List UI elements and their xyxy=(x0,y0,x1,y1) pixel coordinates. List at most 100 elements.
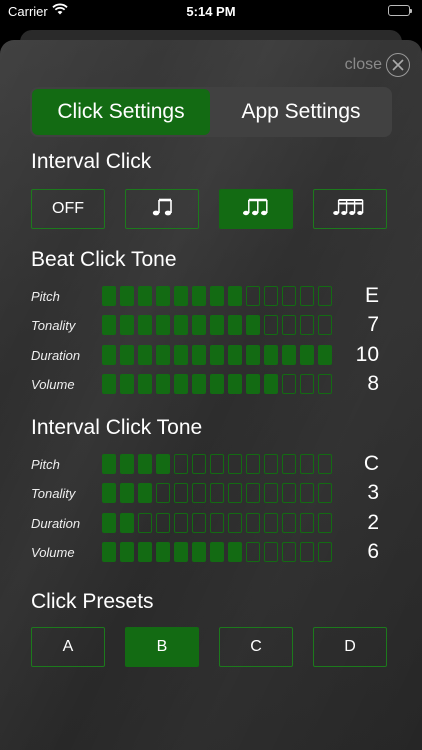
level-segment[interactable] xyxy=(192,374,206,394)
level-segment[interactable] xyxy=(318,286,332,306)
level-segment[interactable] xyxy=(138,345,152,365)
level-segment[interactable] xyxy=(282,374,296,394)
level-segment[interactable] xyxy=(156,374,170,394)
level-segment[interactable] xyxy=(282,483,296,503)
preset-b-button[interactable]: B xyxy=(125,627,199,667)
level-segment[interactable] xyxy=(210,542,224,562)
level-segment[interactable] xyxy=(120,483,134,503)
level-segment[interactable] xyxy=(300,513,314,533)
level-segment[interactable] xyxy=(228,513,242,533)
level-segment[interactable] xyxy=(120,286,134,306)
level-segment[interactable] xyxy=(318,374,332,394)
level-segment[interactable] xyxy=(138,483,152,503)
interval-off-button[interactable]: OFF xyxy=(31,189,105,229)
level-segment[interactable] xyxy=(174,454,188,474)
level-segment[interactable] xyxy=(228,483,242,503)
level-segment[interactable] xyxy=(210,374,224,394)
level-segment[interactable] xyxy=(156,286,170,306)
level-segment[interactable] xyxy=(300,374,314,394)
level-segment[interactable] xyxy=(228,345,242,365)
level-segment[interactable] xyxy=(318,542,332,562)
interval-eighth-button[interactable] xyxy=(125,189,199,229)
level-segment[interactable] xyxy=(138,374,152,394)
level-segment[interactable] xyxy=(174,542,188,562)
level-segment[interactable] xyxy=(300,345,314,365)
level-segment[interactable] xyxy=(300,315,314,335)
level-segment[interactable] xyxy=(102,315,116,335)
level-segment[interactable] xyxy=(102,345,116,365)
level-segment[interactable] xyxy=(156,345,170,365)
level-segment[interactable] xyxy=(318,454,332,474)
level-segment[interactable] xyxy=(318,315,332,335)
level-segment[interactable] xyxy=(246,513,260,533)
level-segment[interactable] xyxy=(282,315,296,335)
level-segment[interactable] xyxy=(318,483,332,503)
preset-a-button[interactable]: A xyxy=(31,627,105,667)
level-segment[interactable] xyxy=(300,483,314,503)
level-segment[interactable] xyxy=(264,315,278,335)
level-segment[interactable] xyxy=(264,483,278,503)
level-segment[interactable] xyxy=(102,286,116,306)
level-segment[interactable] xyxy=(282,542,296,562)
level-segment[interactable] xyxy=(282,513,296,533)
close-button[interactable]: close xyxy=(345,52,410,78)
level-segment[interactable] xyxy=(174,483,188,503)
level-segment[interactable] xyxy=(192,483,206,503)
level-segment[interactable] xyxy=(120,345,134,365)
level-segment[interactable] xyxy=(138,315,152,335)
level-segment[interactable] xyxy=(192,315,206,335)
level-segment[interactable] xyxy=(210,286,224,306)
level-segment[interactable] xyxy=(138,513,152,533)
level-segment[interactable] xyxy=(228,286,242,306)
level-segment[interactable] xyxy=(192,513,206,533)
level-segment[interactable] xyxy=(210,345,224,365)
level-segment[interactable] xyxy=(228,542,242,562)
level-segment[interactable] xyxy=(210,315,224,335)
preset-c-button[interactable]: C xyxy=(219,627,293,667)
level-segment[interactable] xyxy=(156,542,170,562)
level-segment[interactable] xyxy=(174,374,188,394)
level-segment[interactable] xyxy=(210,513,224,533)
level-segment[interactable] xyxy=(228,374,242,394)
level-segment[interactable] xyxy=(282,286,296,306)
level-segment[interactable] xyxy=(246,286,260,306)
level-segment[interactable] xyxy=(174,286,188,306)
level-segment[interactable] xyxy=(246,542,260,562)
interval-sixteenth-button[interactable] xyxy=(313,189,387,229)
level-segment[interactable] xyxy=(120,542,134,562)
level-segment[interactable] xyxy=(228,315,242,335)
level-segment[interactable] xyxy=(246,483,260,503)
level-segment[interactable] xyxy=(174,345,188,365)
level-segment[interactable] xyxy=(282,345,296,365)
level-segment[interactable] xyxy=(300,286,314,306)
level-segment[interactable] xyxy=(138,286,152,306)
level-segment[interactable] xyxy=(156,513,170,533)
level-segment[interactable] xyxy=(102,454,116,474)
interval-triplet-button[interactable] xyxy=(219,189,293,229)
level-segment[interactable] xyxy=(156,454,170,474)
level-segment[interactable] xyxy=(246,454,260,474)
level-segment[interactable] xyxy=(300,454,314,474)
level-segment[interactable] xyxy=(192,542,206,562)
level-segment[interactable] xyxy=(318,345,332,365)
level-segment[interactable] xyxy=(120,315,134,335)
level-segment[interactable] xyxy=(246,374,260,394)
level-segment[interactable] xyxy=(102,374,116,394)
level-segment[interactable] xyxy=(264,513,278,533)
level-segment[interactable] xyxy=(318,513,332,533)
level-segment[interactable] xyxy=(210,454,224,474)
level-segment[interactable] xyxy=(264,286,278,306)
level-segment[interactable] xyxy=(264,345,278,365)
level-segment[interactable] xyxy=(102,513,116,533)
level-segment[interactable] xyxy=(300,542,314,562)
tab-app-settings[interactable]: App Settings xyxy=(212,89,390,135)
tab-click-settings[interactable]: Click Settings xyxy=(32,89,210,135)
level-segment[interactable] xyxy=(192,286,206,306)
level-segment[interactable] xyxy=(246,315,260,335)
level-segment[interactable] xyxy=(264,454,278,474)
level-segment[interactable] xyxy=(192,454,206,474)
level-segment[interactable] xyxy=(174,513,188,533)
level-segment[interactable] xyxy=(120,454,134,474)
level-segment[interactable] xyxy=(264,374,278,394)
level-segment[interactable] xyxy=(138,542,152,562)
